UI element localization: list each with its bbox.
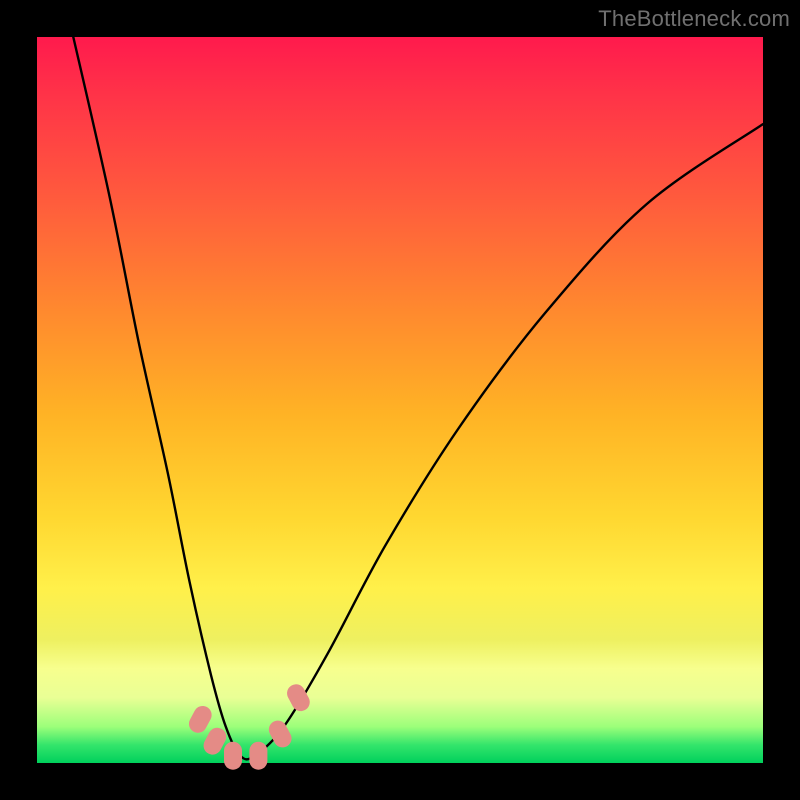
highlight-4 (249, 742, 267, 770)
watermark-text: TheBottleneck.com (598, 6, 790, 32)
curve-layer (37, 37, 763, 763)
bottleneck-curve (73, 37, 763, 759)
highlight-3 (224, 742, 242, 770)
highlight-5 (266, 717, 295, 750)
chart-frame: TheBottleneck.com (0, 0, 800, 800)
marker-group (186, 681, 313, 770)
plot-area (37, 37, 763, 763)
